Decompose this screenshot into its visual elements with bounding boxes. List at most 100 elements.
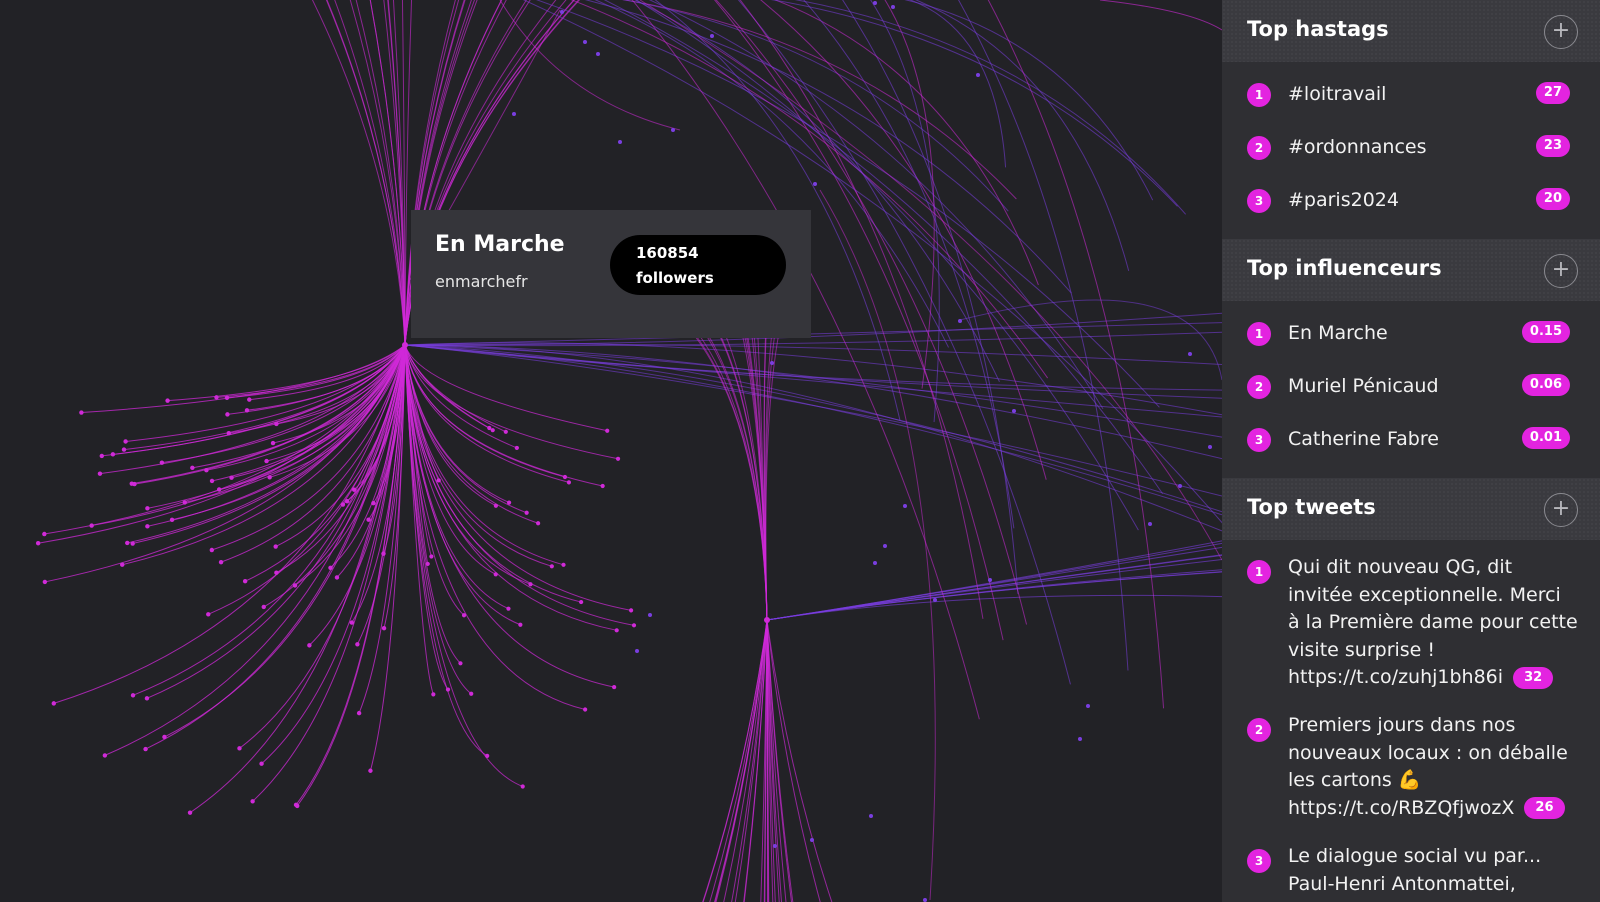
graph-node[interactable] — [356, 710, 362, 716]
graph-node[interactable] — [988, 578, 992, 582]
graph-node[interactable] — [79, 410, 84, 415]
graph-node[interactable] — [813, 182, 817, 186]
graph-node[interactable] — [583, 707, 588, 712]
graph-node[interactable] — [710, 34, 714, 38]
graph-node[interactable] — [810, 838, 814, 842]
graph-node[interactable] — [132, 481, 137, 487]
graph-node[interactable] — [605, 428, 610, 433]
graph-node[interactable] — [431, 692, 436, 697]
graph-node[interactable] — [773, 844, 777, 848]
graph-node[interactable] — [273, 544, 278, 549]
graph-node[interactable] — [560, 10, 564, 14]
graph-node[interactable] — [503, 429, 508, 434]
graph-node[interactable] — [209, 547, 215, 553]
graph-node[interactable] — [1208, 445, 1212, 449]
graph-node[interactable] — [561, 562, 566, 567]
network-graph-canvas[interactable] — [0, 0, 1222, 902]
graph-node[interactable] — [514, 445, 519, 451]
plus-icon[interactable]: + — [1544, 493, 1578, 527]
graph-node[interactable] — [145, 506, 150, 511]
graph-node[interactable] — [631, 623, 637, 628]
graph-node[interactable] — [159, 460, 165, 465]
graph-node[interactable] — [883, 544, 887, 548]
graph-node[interactable] — [307, 643, 312, 648]
graph-node[interactable] — [264, 458, 269, 464]
graph-node[interactable] — [259, 761, 264, 766]
graph-node[interactable] — [1178, 484, 1182, 488]
graph-node[interactable] — [121, 447, 127, 452]
graph-node[interactable] — [600, 483, 605, 489]
graph-node[interactable] — [144, 696, 150, 701]
graph-node[interactable] — [97, 471, 103, 476]
graph-node[interactable] — [671, 128, 675, 132]
graph-node[interactable] — [614, 628, 619, 633]
graph-node[interactable] — [429, 554, 434, 559]
graph-node[interactable] — [873, 561, 877, 565]
graph-node[interactable] — [458, 661, 463, 666]
graph-node[interactable] — [976, 73, 980, 77]
graph-node[interactable] — [102, 753, 108, 758]
graph-node[interactable] — [145, 524, 150, 529]
graph-node[interactable] — [615, 456, 621, 461]
graph-node[interactable] — [923, 898, 927, 902]
graph-node[interactable] — [566, 480, 572, 485]
graph-node[interactable] — [123, 439, 128, 444]
graph-node[interactable] — [490, 428, 495, 433]
graph-node[interactable] — [461, 613, 467, 618]
graph-node[interactable] — [130, 693, 136, 698]
graph-node[interactable] — [218, 559, 224, 565]
graph-node[interactable] — [244, 408, 250, 413]
graph-node[interactable] — [371, 500, 376, 506]
graph-node[interactable] — [267, 475, 272, 480]
graph-node[interactable] — [628, 608, 634, 613]
graph-node[interactable] — [190, 465, 195, 471]
network-graph[interactable]: En Marche enmarchefr 160854 followers — [0, 0, 1222, 902]
graph-node[interactable] — [143, 746, 148, 752]
graph-node[interactable] — [1086, 704, 1090, 708]
graph-node[interactable] — [261, 604, 266, 610]
graph-node[interactable] — [869, 814, 873, 818]
graph-node[interactable] — [520, 784, 525, 789]
graph-node[interactable] — [933, 598, 937, 602]
graph-node[interactable] — [485, 753, 490, 758]
graph-node[interactable] — [292, 583, 298, 588]
graph-node[interactable] — [295, 803, 300, 809]
graph-node[interactable] — [237, 746, 242, 751]
graph-node[interactable] — [130, 541, 135, 546]
graph-node[interactable] — [1148, 522, 1152, 526]
graph-node[interactable] — [549, 564, 554, 569]
graph-node[interactable] — [381, 625, 387, 631]
graph-node[interactable] — [366, 517, 371, 522]
graph-node[interactable] — [648, 613, 652, 617]
graph-node[interactable] — [368, 768, 373, 773]
graph-node[interactable] — [99, 453, 104, 459]
graph-node[interactable] — [328, 565, 333, 570]
graph-node[interactable] — [35, 541, 41, 546]
graph-node[interactable] — [226, 430, 231, 436]
graph-node[interactable] — [506, 500, 512, 505]
graph-node[interactable] — [1012, 409, 1016, 413]
graph-node[interactable] — [891, 5, 895, 9]
graph-node[interactable] — [206, 612, 211, 617]
graph-node[interactable] — [165, 398, 170, 403]
graph-node[interactable] — [518, 622, 523, 627]
graph-node[interactable] — [247, 397, 252, 402]
graph-node[interactable] — [445, 687, 451, 692]
graph-node[interactable] — [506, 606, 511, 611]
graph-node[interactable] — [618, 140, 622, 144]
graph-node[interactable] — [764, 617, 770, 623]
graph-node[interactable] — [958, 319, 962, 323]
graph-node[interactable] — [612, 684, 617, 690]
graph-node[interactable] — [250, 799, 255, 804]
graph-node[interactable] — [469, 691, 474, 696]
graph-node[interactable] — [903, 504, 907, 508]
graph-node[interactable] — [770, 361, 774, 365]
graph-node[interactable] — [242, 578, 248, 584]
graph-node[interactable] — [635, 649, 639, 653]
graph-node[interactable] — [1078, 737, 1082, 741]
graph-node[interactable] — [125, 540, 130, 546]
graph-node[interactable] — [42, 579, 48, 585]
graph-node[interactable] — [187, 810, 193, 815]
graph-node[interactable] — [1188, 352, 1192, 356]
graph-node[interactable] — [873, 1, 877, 5]
